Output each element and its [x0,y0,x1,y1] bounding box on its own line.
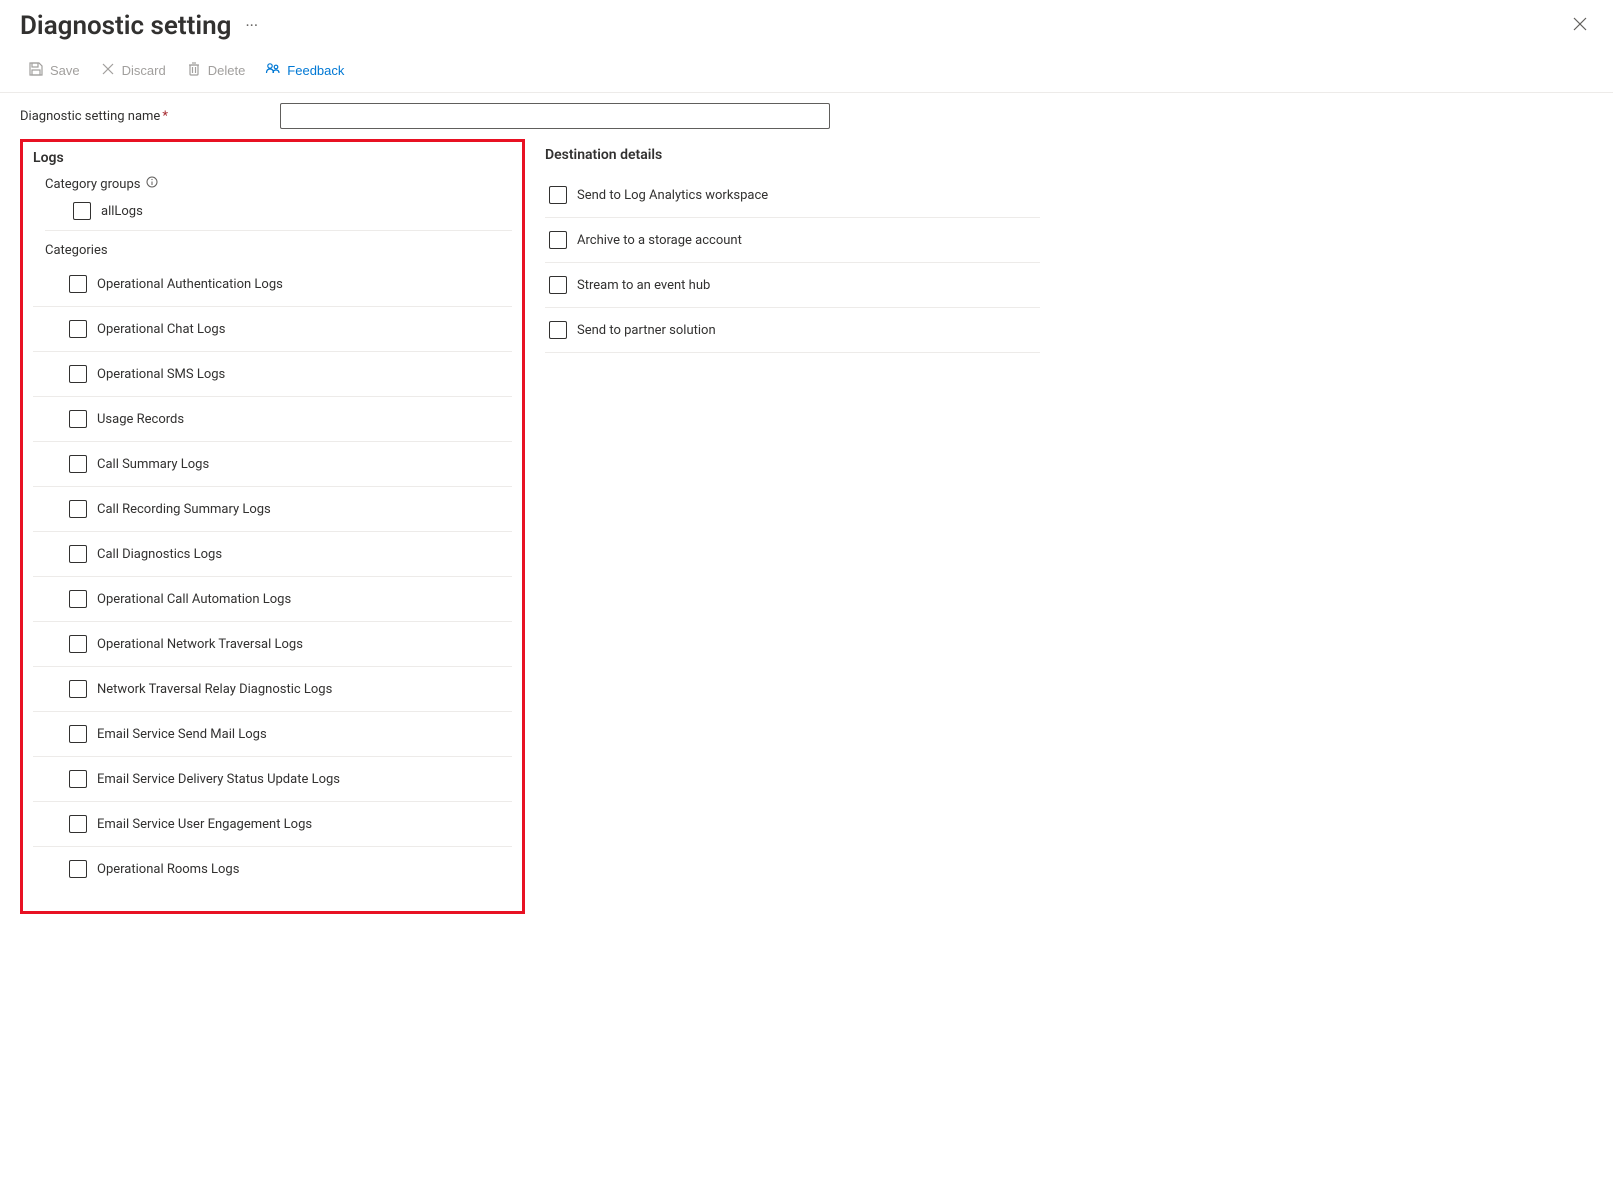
category-row: Email Service Send Mail Logs [33,712,512,757]
category-row: Operational Authentication Logs [33,262,512,307]
category-groups-label: Category groups [45,176,512,192]
delete-label: Delete [208,63,246,78]
destination-row: Send to Log Analytics workspace [545,173,1040,218]
destination-checkbox[interactable] [549,321,567,339]
alllogs-checkbox[interactable] [73,202,91,220]
columns: Logs Category groups allLogs Categories … [0,139,1613,914]
category-checkbox[interactable] [69,365,87,383]
category-row: Call Diagnostics Logs [33,532,512,577]
feedback-button[interactable]: Feedback [257,57,352,84]
destinations-title: Destination details [545,147,1040,163]
feedback-icon [265,61,281,80]
category-label: Call Summary Logs [97,457,209,472]
discard-label: Discard [122,63,166,78]
category-label: Email Service User Engagement Logs [97,817,312,832]
category-checkbox[interactable] [69,410,87,428]
destination-row: Send to partner solution [545,308,1040,353]
delete-icon [186,61,202,80]
category-label: Operational Authentication Logs [97,277,283,292]
category-label: Operational Rooms Logs [97,862,239,877]
delete-button[interactable]: Delete [178,57,254,84]
alllogs-row: allLogs [45,202,512,220]
header-left: Diagnostic setting ··· [20,11,262,41]
category-row: Network Traversal Relay Diagnostic Logs [33,667,512,712]
category-row: Email Service User Engagement Logs [33,802,512,847]
category-checkbox[interactable] [69,545,87,563]
setting-name-label: Diagnostic setting name* [20,109,260,124]
category-checkbox[interactable] [69,590,87,608]
destination-label: Archive to a storage account [577,233,742,248]
category-row: Operational Call Automation Logs [33,577,512,622]
destination-checkbox[interactable] [549,276,567,294]
category-checkbox[interactable] [69,680,87,698]
category-label: Usage Records [97,412,184,427]
destinations-list: Send to Log Analytics workspace Archive t… [545,173,1040,353]
category-label: Email Service Delivery Status Update Log… [97,772,340,787]
page-title: Diagnostic setting [20,11,231,41]
destination-label: Stream to an event hub [577,278,710,293]
category-label: Call Diagnostics Logs [97,547,222,562]
required-indicator: * [162,109,168,124]
category-row: Usage Records [33,397,512,442]
category-label: Call Recording Summary Logs [97,502,271,517]
destination-label: Send to Log Analytics workspace [577,188,768,203]
destination-checkbox[interactable] [549,186,567,204]
logs-title: Logs [33,150,512,166]
save-icon [28,61,44,80]
category-label: Email Service Send Mail Logs [97,727,267,742]
category-checkbox[interactable] [69,500,87,518]
discard-icon [100,61,116,80]
destination-row: Stream to an event hub [545,263,1040,308]
category-label: Operational Chat Logs [97,322,225,337]
setting-name-label-text: Diagnostic setting name [20,109,160,124]
feedback-label: Feedback [287,63,344,78]
category-checkbox[interactable] [69,275,87,293]
categories-label: Categories [45,243,512,258]
destination-row: Archive to a storage account [545,218,1040,263]
category-checkbox[interactable] [69,455,87,473]
destination-checkbox[interactable] [549,231,567,249]
category-checkbox[interactable] [69,860,87,878]
category-label: Network Traversal Relay Diagnostic Logs [97,682,332,697]
category-label: Operational Network Traversal Logs [97,637,303,652]
category-row: Operational Rooms Logs [33,847,512,891]
logs-panel: Logs Category groups allLogs Categories … [20,139,525,914]
category-row: Operational SMS Logs [33,352,512,397]
info-icon[interactable] [146,176,158,192]
save-label: Save [50,63,80,78]
alllogs-label: allLogs [101,204,143,219]
more-icon[interactable]: ··· [241,12,262,39]
category-row: Operational Network Traversal Logs [33,622,512,667]
category-checkbox[interactable] [69,320,87,338]
category-row: Call Summary Logs [33,442,512,487]
category-row: Email Service Delivery Status Update Log… [33,757,512,802]
destination-label: Send to partner solution [577,323,716,338]
category-row: Call Recording Summary Logs [33,487,512,532]
category-checkbox[interactable] [69,725,87,743]
discard-button[interactable]: Discard [92,57,174,84]
save-button[interactable]: Save [20,57,88,84]
close-button[interactable] [1567,10,1593,41]
setting-name-row: Diagnostic setting name* [0,93,1613,139]
category-checkbox[interactable] [69,770,87,788]
destinations-panel: Destination details Send to Log Analytic… [545,139,1040,914]
category-groups-text: Category groups [45,177,140,192]
category-row: Operational Chat Logs [33,307,512,352]
close-icon [1573,16,1587,35]
categories-list: Operational Authentication Logs Operation… [33,262,512,891]
toolbar: Save Discard Delete Feed [0,49,1613,93]
category-label: Operational SMS Logs [97,367,225,382]
category-label: Operational Call Automation Logs [97,592,291,607]
setting-name-input[interactable] [280,103,830,129]
category-checkbox[interactable] [69,635,87,653]
page-header: Diagnostic setting ··· [0,0,1613,49]
category-checkbox[interactable] [69,815,87,833]
